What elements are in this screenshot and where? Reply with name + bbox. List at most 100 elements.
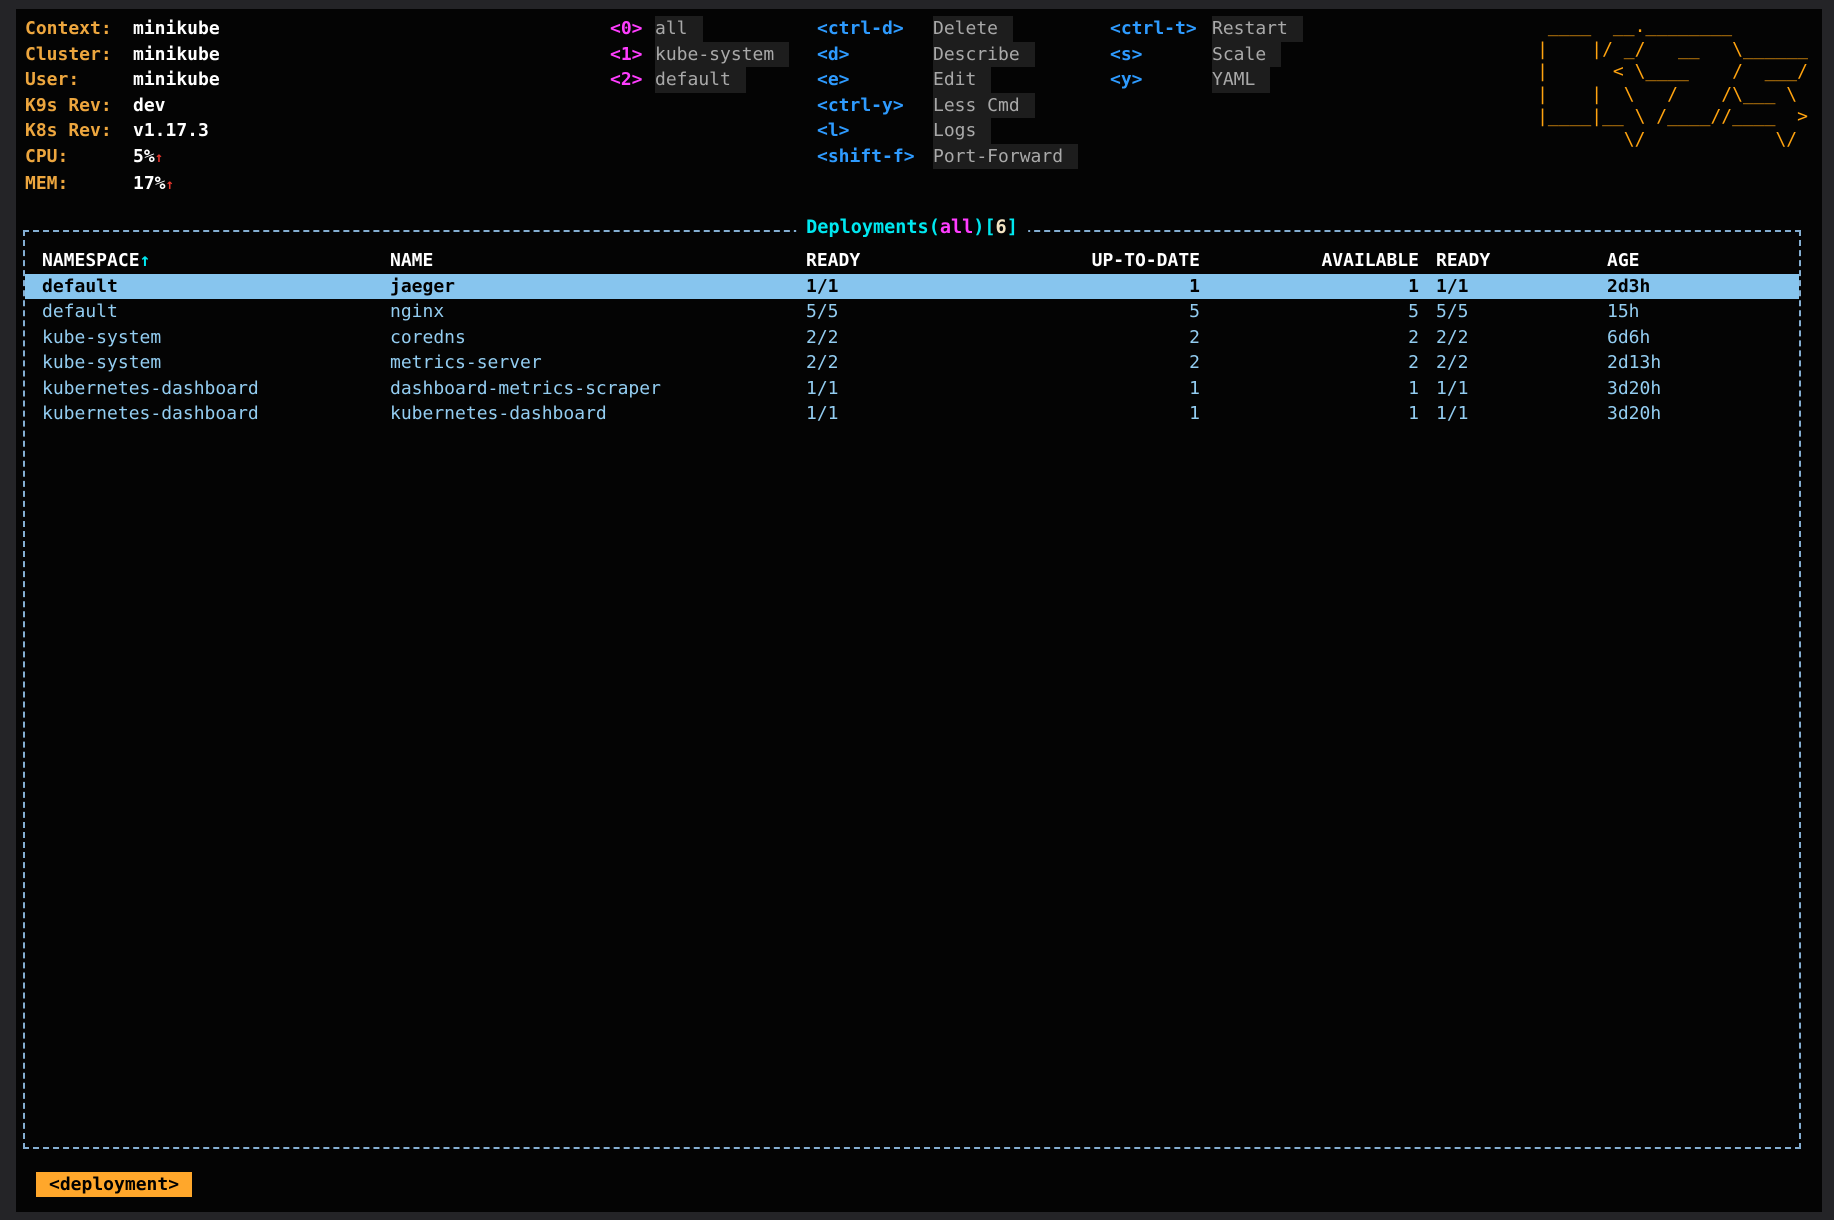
k8s-rev-label: K8s Rev: bbox=[25, 118, 133, 144]
context-row: Context:minikube bbox=[25, 16, 610, 42]
key-shift-f: <shift-f> bbox=[817, 144, 933, 170]
column-header-name: NAME bbox=[390, 248, 806, 274]
cell-ready2: 1/1 bbox=[1419, 401, 1607, 427]
header: Context:minikube Cluster:minikube User:m… bbox=[16, 9, 1822, 199]
cell-name: nginx bbox=[390, 299, 806, 325]
cell-up-to-date: 1 bbox=[1084, 376, 1200, 402]
delete-label: Delete bbox=[933, 16, 1013, 42]
cell-name: metrics-server bbox=[390, 350, 806, 376]
key-l: <l> bbox=[817, 118, 933, 144]
table-row-dashboard-metrics-scraper[interactable]: kubernetes-dashboard dashboard-metrics-s… bbox=[25, 376, 1799, 402]
title-namespace: all bbox=[940, 217, 973, 238]
cell-available: 1 bbox=[1200, 401, 1419, 427]
sort-ascending-icon: ↑ bbox=[140, 250, 151, 271]
breadcrumb-deployment: <deployment> bbox=[36, 1172, 192, 1197]
cell-available: 5 bbox=[1200, 299, 1419, 325]
action-menu-2: <ctrl-t>Restart <s>Scale <y>YAML bbox=[1110, 16, 1395, 93]
cell-available: 2 bbox=[1200, 350, 1419, 376]
namespace-hotkey-all: <0>all bbox=[610, 16, 817, 42]
cell-namespace: kubernetes-dashboard bbox=[42, 401, 390, 427]
cluster-value: minikube bbox=[133, 44, 220, 65]
cluster-info: Context:minikube Cluster:minikube User:m… bbox=[25, 16, 610, 199]
scale-label: Scale bbox=[1212, 42, 1281, 68]
cell-ready2: 1/1 bbox=[1419, 274, 1607, 300]
resource-name: Deployments bbox=[806, 217, 929, 238]
cell-namespace: kube-system bbox=[42, 350, 390, 376]
resource-count: 6 bbox=[996, 217, 1007, 238]
cell-available: 1 bbox=[1200, 274, 1419, 300]
namespace-hotkey-kube-system: <1>kube-system bbox=[610, 42, 817, 68]
namespace-menu: <0>all <1>kube-system <2>default bbox=[610, 16, 817, 93]
cell-namespace: default bbox=[42, 299, 390, 325]
cell-ready2: 2/2 bbox=[1419, 325, 1607, 351]
table-row-kubernetes-dashboard[interactable]: kubernetes-dashboard kubernetes-dashboar… bbox=[25, 401, 1799, 427]
cell-name: jaeger bbox=[390, 274, 806, 300]
port-forward-label: Port-Forward bbox=[933, 144, 1078, 170]
cell-available: 1 bbox=[1200, 376, 1419, 402]
k9s-logo: ____ __.________ | |/ _/ __ \______ | < … bbox=[1537, 16, 1822, 151]
table-row-coredns[interactable]: kube-system coredns 2/2 2 2 2/2 6d6h bbox=[25, 325, 1799, 351]
key-y: <y> bbox=[1110, 67, 1212, 93]
cell-ready: 1/1 bbox=[806, 274, 1084, 300]
k9s-rev-row: K9s Rev:dev bbox=[25, 93, 610, 119]
column-header-namespace: NAMESPACE↑ bbox=[42, 248, 390, 274]
menu-item-port-forward: <shift-f>Port-Forward bbox=[817, 144, 1110, 170]
mem-value: 17% bbox=[133, 173, 166, 194]
k8s-rev-value: v1.17.3 bbox=[133, 120, 209, 141]
menu-item-less-cmd: <ctrl-y>Less Cmd bbox=[817, 93, 1110, 119]
menu-item-edit: <e>Edit bbox=[817, 67, 1110, 93]
namespace-hotkey-default: <2>default bbox=[610, 67, 817, 93]
cpu-label: CPU: bbox=[25, 144, 133, 170]
cell-age: 3d20h bbox=[1607, 401, 1799, 427]
edit-label: Edit bbox=[933, 67, 991, 93]
menu-item-restart: <ctrl-t>Restart bbox=[1110, 16, 1395, 42]
cell-name: coredns bbox=[390, 325, 806, 351]
menu-item-describe: <d>Describe bbox=[817, 42, 1110, 68]
user-row: User:minikube bbox=[25, 67, 610, 93]
key-s: <s> bbox=[1110, 42, 1212, 68]
cell-age: 6d6h bbox=[1607, 325, 1799, 351]
table-row-jaeger[interactable]: default jaeger 1/1 1 1 1/1 2d3h bbox=[25, 274, 1799, 300]
table-row-metrics-server[interactable]: kube-system metrics-server 2/2 2 2 2/2 2… bbox=[25, 350, 1799, 376]
key-ctrl-t: <ctrl-t> bbox=[1110, 16, 1212, 42]
cell-ready: 2/2 bbox=[806, 325, 1084, 351]
mem-up-arrow-icon: ↑ bbox=[166, 177, 174, 193]
mem-label: MEM: bbox=[25, 171, 133, 197]
hotkey-1: <1> bbox=[610, 42, 655, 68]
k9s-rev-label: K9s Rev: bbox=[25, 93, 133, 119]
cell-up-to-date: 5 bbox=[1084, 299, 1200, 325]
column-header-ready2: READY bbox=[1419, 248, 1607, 274]
cpu-value: 5% bbox=[133, 146, 155, 167]
logs-label: Logs bbox=[933, 118, 991, 144]
namespace-kube-system-label: kube-system bbox=[655, 42, 789, 68]
column-header-available: AVAILABLE bbox=[1200, 248, 1419, 274]
k9s-terminal: Context:minikube Cluster:minikube User:m… bbox=[16, 9, 1822, 1212]
menu-item-yaml: <y>YAML bbox=[1110, 67, 1395, 93]
cell-namespace: kube-system bbox=[42, 325, 390, 351]
cell-ready: 5/5 bbox=[806, 299, 1084, 325]
cell-ready: 1/1 bbox=[806, 401, 1084, 427]
table-title: Deployments(all)[6] bbox=[796, 217, 1028, 238]
hotkey-2: <2> bbox=[610, 67, 655, 93]
cell-ready2: 5/5 bbox=[1419, 299, 1607, 325]
table-row-nginx[interactable]: default nginx 5/5 5 5 5/5 15h bbox=[25, 299, 1799, 325]
cell-up-to-date: 1 bbox=[1084, 274, 1200, 300]
cell-age: 3d20h bbox=[1607, 376, 1799, 402]
cell-name: dashboard-metrics-scraper bbox=[390, 376, 806, 402]
cell-ready: 1/1 bbox=[806, 376, 1084, 402]
column-header-age: AGE bbox=[1607, 248, 1799, 274]
describe-label: Describe bbox=[933, 42, 1035, 68]
key-ctrl-y: <ctrl-y> bbox=[817, 93, 933, 119]
cluster-label: Cluster: bbox=[25, 42, 133, 68]
cell-ready2: 2/2 bbox=[1419, 350, 1607, 376]
cluster-row: Cluster:minikube bbox=[25, 42, 610, 68]
restart-label: Restart bbox=[1212, 16, 1303, 42]
cell-age: 15h bbox=[1607, 299, 1799, 325]
cell-ready: 2/2 bbox=[806, 350, 1084, 376]
table-header-row: NAMESPACE↑ NAME READY UP-TO-DATE AVAILAB… bbox=[25, 248, 1799, 274]
cell-up-to-date: 2 bbox=[1084, 350, 1200, 376]
cell-up-to-date: 2 bbox=[1084, 325, 1200, 351]
k9s-ascii-art: ____ __.________ | |/ _/ __ \______ | < … bbox=[1537, 16, 1808, 151]
cell-ready2: 1/1 bbox=[1419, 376, 1607, 402]
namespace-all-label: all bbox=[655, 16, 703, 42]
